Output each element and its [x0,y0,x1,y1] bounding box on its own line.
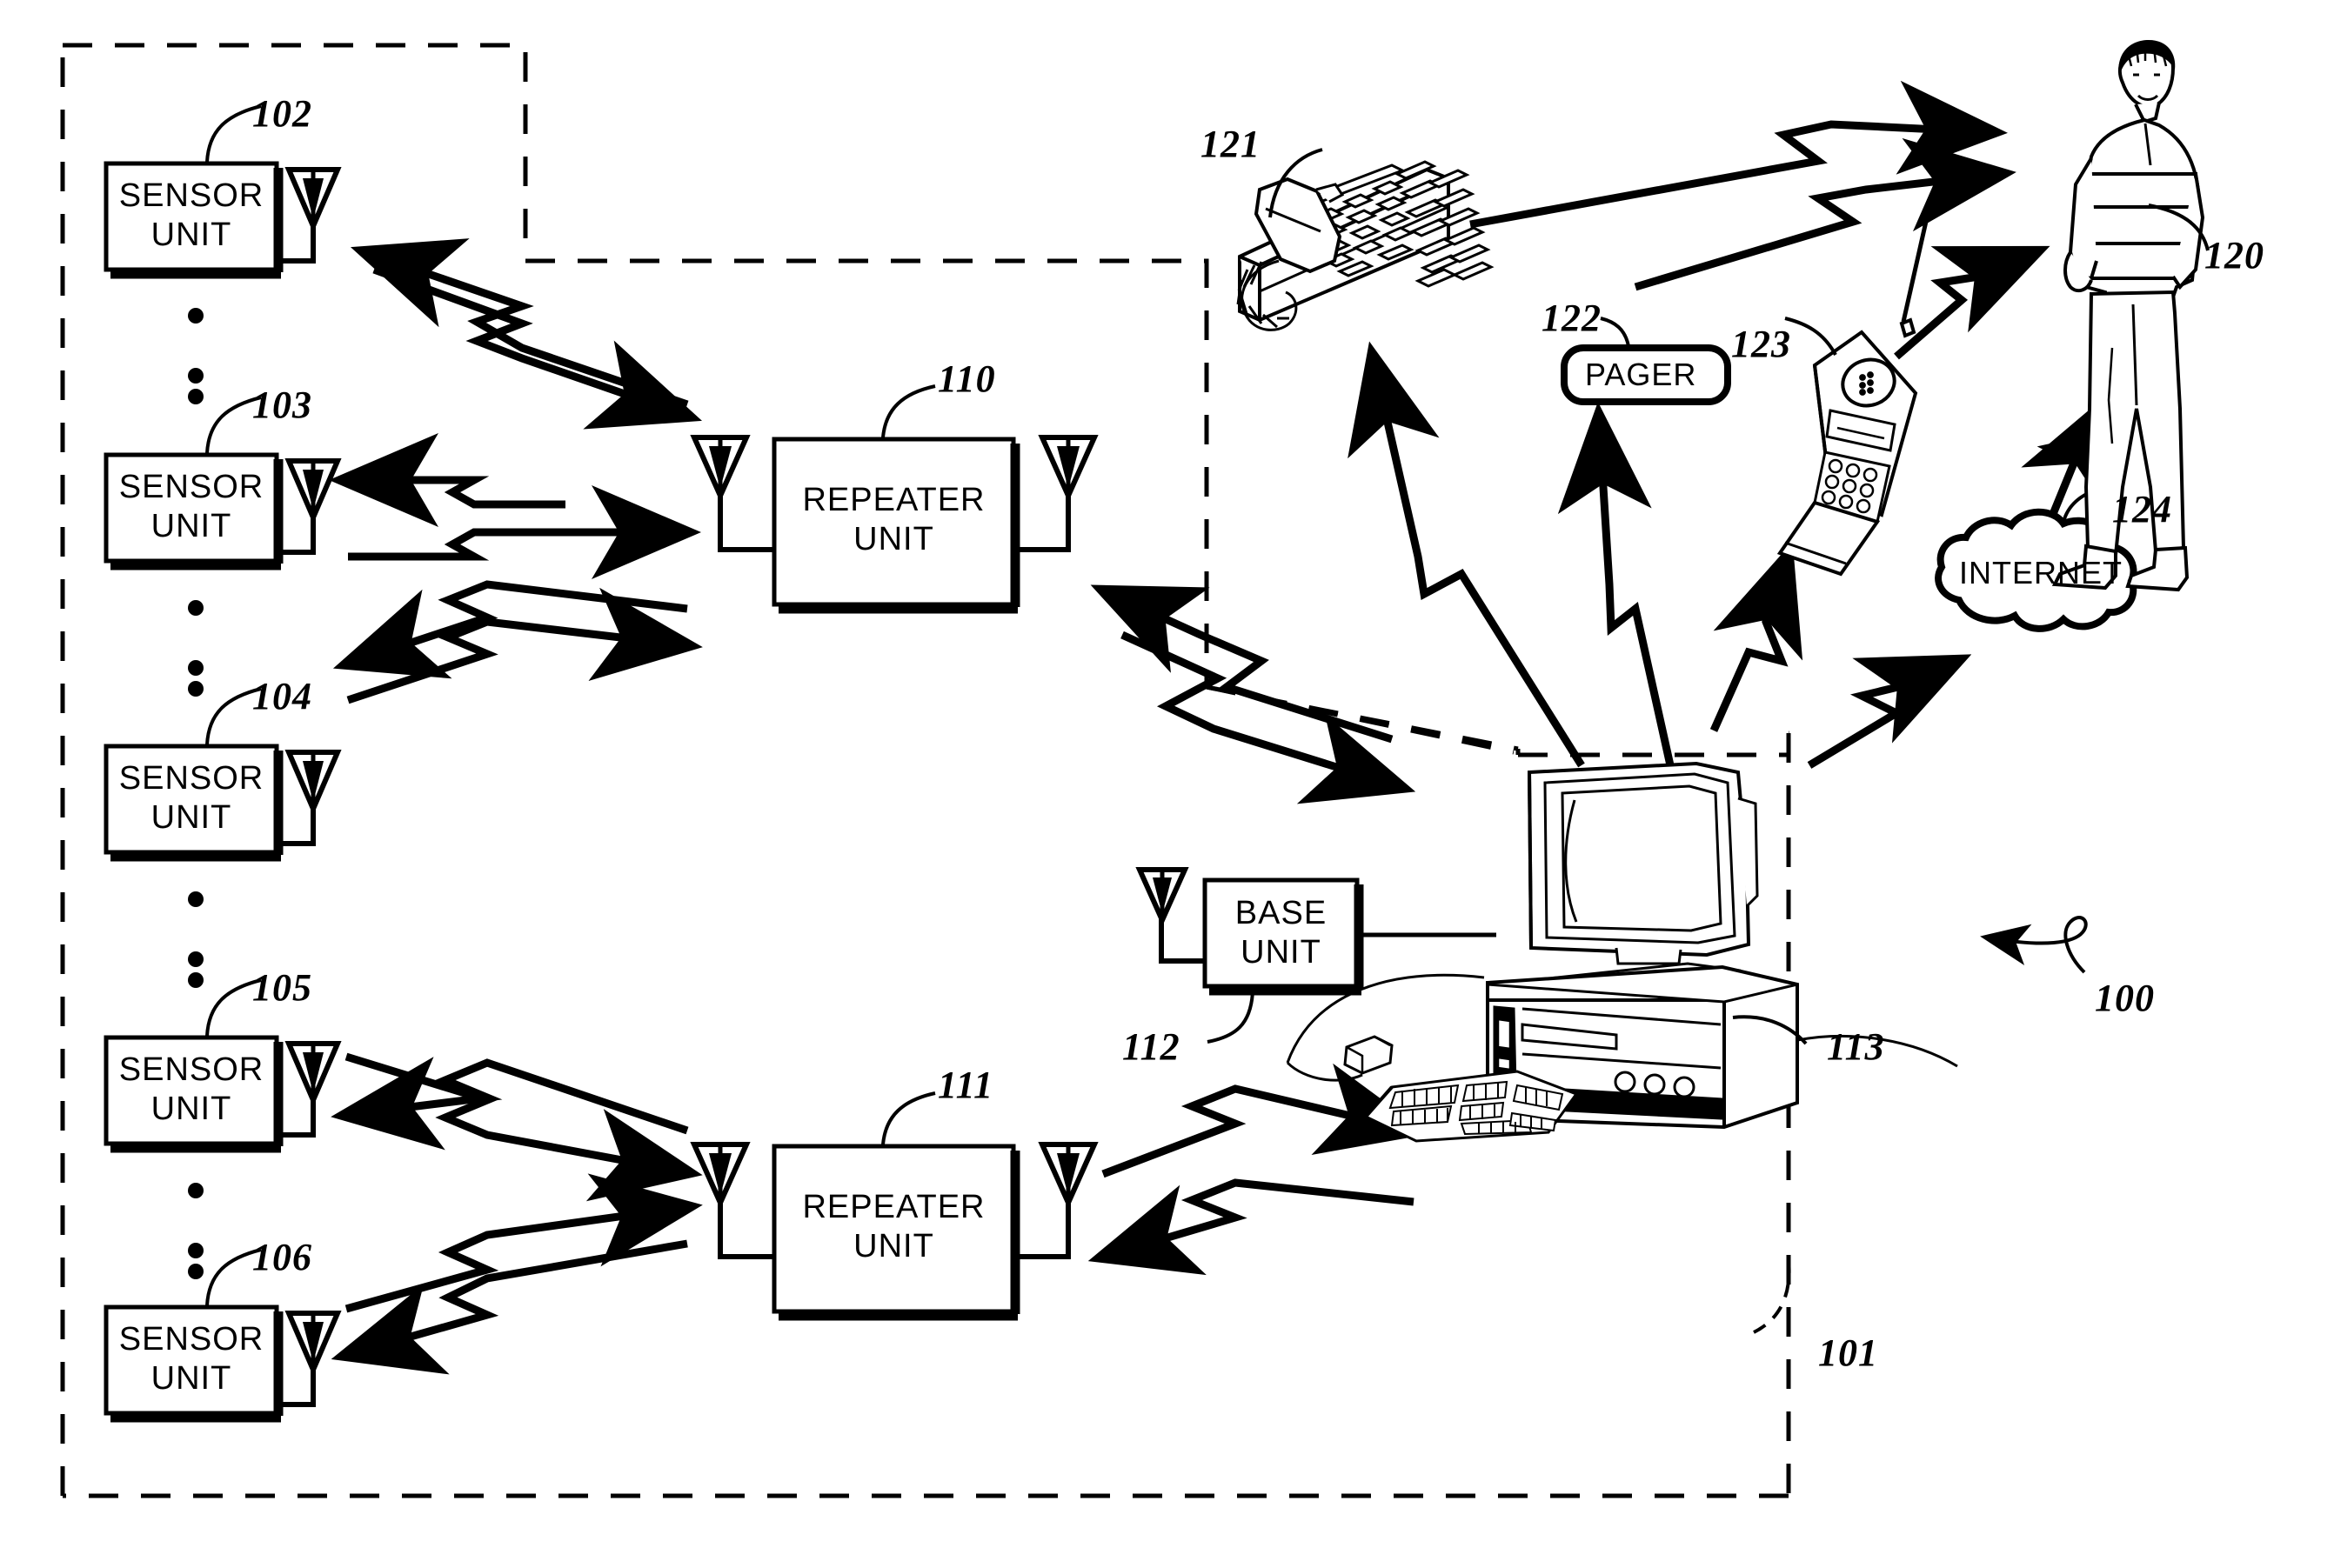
ref-104: 104 [252,675,312,717]
boundary-label-leader-101 [1753,1258,1791,1334]
rf-link-computer-pager [1557,402,1675,766]
rf-link-102-110 [350,238,703,430]
ref-123: 123 [1731,323,1791,365]
desk-telephone-121[interactable] [1236,148,1495,331]
rf-link-computer-telephone [1348,341,1585,768]
sensor-unit-103-label: SENSOR UNIT [118,469,264,544]
sensor-unit-102-label: SENSOR UNIT [118,177,264,253]
pager-label: PAGER [1585,357,1697,392]
desktop-computer-113[interactable] [1286,761,1958,1143]
ref-113: 113 [1827,1025,1885,1068]
rf-link-106-111 [331,1173,703,1375]
sensor-unit-104-label: SENSOR UNIT [118,760,264,836]
rf-link-telephone-person [1469,80,2008,229]
ref-110: 110 [938,357,996,400]
rf-link-computer-cellphone [1709,541,1803,732]
repeater-unit-111-label: REPEATER UNIT [802,1189,986,1264]
rf-link-110-base [1090,584,1416,804]
sensor-unit-106-label: SENSOR UNIT [118,1321,264,1397]
ref-100: 100 [2095,977,2155,1019]
ref-101: 101 [1818,1331,1878,1374]
sensor-unit-105-label: SENSOR UNIT [118,1051,264,1127]
rf-link-pager-person [1634,137,2016,291]
rf-link-103-110 [329,433,701,579]
rf-link-104-110 [332,580,703,704]
ref-105: 105 [252,966,312,1009]
ref-120: 120 [2204,234,2264,277]
rf-link-computer-internet [1807,654,1972,769]
rf-link-105-111 [331,1052,703,1202]
ref-103: 103 [252,384,312,426]
ref-124: 124 [2112,488,2172,530]
ref-106: 106 [252,1236,312,1278]
cell-phone-123[interactable] [1776,197,1934,577]
ref-121: 121 [1200,123,1261,165]
patent-figure: SENSOR UNIT 102 SENSOR UNIT 103 SENSOR U… [0,0,2334,1568]
ref-102: 102 [252,92,312,135]
ref-112: 112 [1122,1025,1180,1068]
ref-111: 111 [938,1064,994,1106]
ref-122: 122 [1542,297,1602,339]
system-label-arrow-100 [1980,916,2088,974]
base-unit-label: BASE UNIT [1234,895,1328,971]
figure-canvas [60,40,2210,1498]
internet-label: INTERNET [1959,555,2123,591]
repeater-unit-110-label: REPEATER UNIT [802,482,986,557]
